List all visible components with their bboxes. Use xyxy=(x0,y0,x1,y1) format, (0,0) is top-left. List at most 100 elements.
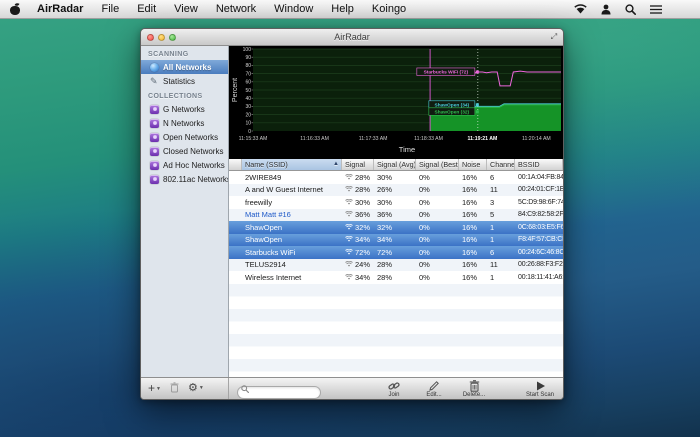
menu-view[interactable]: View xyxy=(165,0,207,19)
wifi-signal-icon xyxy=(345,210,353,219)
column-header-signal[interactable]: Signal xyxy=(342,159,374,170)
sidebar-item-802-11ac-networks[interactable]: 802.11ac Networks xyxy=(141,172,228,186)
cell-signal: 36% xyxy=(342,210,374,219)
cell-signal-best: 0% xyxy=(416,235,459,244)
cell-signal-avg: 34% xyxy=(374,235,416,244)
table-row[interactable]: freewilly30%30%0%16%35C:D9:98:6F:74:8C xyxy=(229,196,563,209)
gear-icon: ⚙ xyxy=(188,383,198,394)
menu-edit[interactable]: Edit xyxy=(128,0,165,19)
sidebar-item-open-networks[interactable]: Open Networks xyxy=(141,130,228,144)
collection-icon xyxy=(150,147,159,156)
user-icon[interactable] xyxy=(601,4,611,15)
cell-signal-avg: 28% xyxy=(374,260,416,269)
sidebar-item-statistics[interactable]: ✎Statistics xyxy=(141,74,228,88)
menu-airradar[interactable]: AirRadar xyxy=(28,0,92,19)
search-input[interactable] xyxy=(237,386,321,399)
globe-icon xyxy=(150,63,159,72)
spotlight-icon[interactable] xyxy=(625,4,636,15)
notification-center-icon[interactable] xyxy=(650,5,662,14)
svg-text:10: 10 xyxy=(245,121,251,127)
wifi-signal-icon xyxy=(345,185,353,194)
wifi-signal-icon xyxy=(345,248,353,257)
cell-bssid: 00:26:88:F3:F2:10 xyxy=(515,261,563,268)
apple-menu-icon[interactable] xyxy=(10,3,20,15)
fullscreen-icon[interactable]: ⤢ xyxy=(549,32,559,42)
add-collection-button[interactable]: +▼ xyxy=(148,383,161,395)
title-bar[interactable]: AirRadar ⤢ xyxy=(141,29,563,46)
column-header-channel[interactable]: Channel xyxy=(487,159,515,170)
sidebar-item-all-networks[interactable]: All Networks xyxy=(141,60,228,74)
cell-channel: 3 xyxy=(487,198,515,207)
cell-channel: 1 xyxy=(487,235,515,244)
svg-text:100: 100 xyxy=(243,47,252,53)
column-header-name-ssid-[interactable]: Name (SSID)▲ xyxy=(242,159,342,170)
menu-network[interactable]: Network xyxy=(207,0,265,19)
table-row[interactable]: A and W Guest Internet28%26%0%16%1100:24… xyxy=(229,184,563,197)
table-row[interactable]: ShawOpen34%34%0%16%1F8:4F:57:CB:CD:10 xyxy=(229,234,563,247)
cell-channel: 11 xyxy=(487,260,515,269)
cell-channel: 6 xyxy=(487,248,515,257)
svg-text:20: 20 xyxy=(245,112,251,118)
wifi-icon[interactable] xyxy=(574,4,587,14)
table-empty-area xyxy=(229,284,563,378)
cell-signal-best: 0% xyxy=(416,210,459,219)
menu-bar: AirRadarFileEditViewNetworkWindowHelpKoi… xyxy=(0,0,700,19)
column-header-signal-best-[interactable]: Signal (Best) xyxy=(416,159,459,170)
action-buttons: Join Edit... Delete... Start Scan xyxy=(321,380,563,398)
cell-signal-avg: 32% xyxy=(374,223,416,232)
cell-bssid: 00:1A:04:FB:84:31 xyxy=(515,174,563,181)
edit--button[interactable]: Edit... xyxy=(419,380,449,398)
cell-signal: 32% xyxy=(342,223,374,232)
svg-text:11:15:33 AM: 11:15:33 AM xyxy=(239,136,268,142)
table-row[interactable]: ShawOpen32%32%0%16%10C:68:03:E5:F6:70 xyxy=(229,221,563,234)
networks-table: Name (SSID)▲SignalSignal (Avg)Signal (Be… xyxy=(229,159,563,377)
svg-text:80: 80 xyxy=(245,63,251,69)
menu-window[interactable]: Window xyxy=(265,0,322,19)
table-row[interactable]: 2WIRE84928%30%0%16%600:1A:04:FB:84:31 xyxy=(229,171,563,184)
cell-signal: 30% xyxy=(342,198,374,207)
table-row[interactable]: Wireless Internet34%28%0%16%100:18:11:41… xyxy=(229,271,563,284)
column-header-signal-avg-[interactable]: Signal (Avg) xyxy=(374,159,416,170)
cell-signal-best: 0% xyxy=(416,260,459,269)
menu-file[interactable]: File xyxy=(92,0,128,19)
svg-text:11:17:33 AM: 11:17:33 AM xyxy=(359,136,388,142)
start-scan-button[interactable]: Start Scan xyxy=(525,380,555,398)
plus-icon: + xyxy=(148,383,155,395)
sidebar-item-label: Ad Hoc Networks xyxy=(163,161,225,170)
table-row[interactable]: Starbucks WiFi72%72%0%16%600:24:6C:46:8C… xyxy=(229,246,563,259)
action-menu-button[interactable]: ⚙▼ xyxy=(188,383,204,394)
cell-name: ShawOpen xyxy=(242,235,342,244)
sidebar-item-g-networks[interactable]: G Networks xyxy=(141,102,228,116)
signal-history-chart: 0102030405060708090100Percent11:15:33 AM… xyxy=(229,46,563,159)
search-icon xyxy=(241,385,249,393)
cell-bssid: F8:4F:57:CB:CD:10 xyxy=(515,236,563,243)
column-header-status[interactable] xyxy=(229,159,242,170)
delete--button[interactable]: Delete... xyxy=(459,380,489,398)
column-header-noise[interactable]: Noise xyxy=(459,159,487,170)
cell-bssid: 00:18:11:41:A6:22 xyxy=(515,274,563,281)
start-scan-icon xyxy=(535,380,546,392)
menu-koingo[interactable]: Koingo xyxy=(363,0,415,19)
join-button[interactable]: Join xyxy=(379,380,409,398)
cell-noise: 16% xyxy=(459,235,487,244)
sidebar-item-n-networks[interactable]: N Networks xyxy=(141,116,228,130)
table-row[interactable]: Matt Matt #1636%36%0%16%584:C9:82:58:2F:… xyxy=(229,209,563,222)
cell-signal-best: 0% xyxy=(416,185,459,194)
cell-noise: 16% xyxy=(459,248,487,257)
sidebar-item-ad-hoc-networks[interactable]: Ad Hoc Networks xyxy=(141,158,228,172)
table-row[interactable]: TELUS291424%28%0%16%1100:26:88:F3:F2:10 xyxy=(229,259,563,272)
menu-help[interactable]: Help xyxy=(322,0,363,19)
wifi-signal-icon xyxy=(345,173,353,182)
column-header-bssid[interactable]: BSSID xyxy=(515,159,563,170)
cell-signal: 72% xyxy=(342,248,374,257)
trash-icon xyxy=(170,382,179,396)
window-title: AirRadar xyxy=(141,32,563,42)
sidebar-item-closed-networks[interactable]: Closed Networks xyxy=(141,144,228,158)
collection-toolbar: +▼ ⚙▼ xyxy=(141,378,229,399)
svg-text:90: 90 xyxy=(245,55,251,61)
table-header: Name (SSID)▲SignalSignal (Avg)Signal (Be… xyxy=(229,159,563,171)
action-button-label: Delete... xyxy=(463,392,485,398)
cell-signal-avg: 36% xyxy=(374,210,416,219)
cell-name: ShawOpen xyxy=(242,223,342,232)
svg-text:Starbucks WiFi (72): Starbucks WiFi (72) xyxy=(424,70,469,76)
